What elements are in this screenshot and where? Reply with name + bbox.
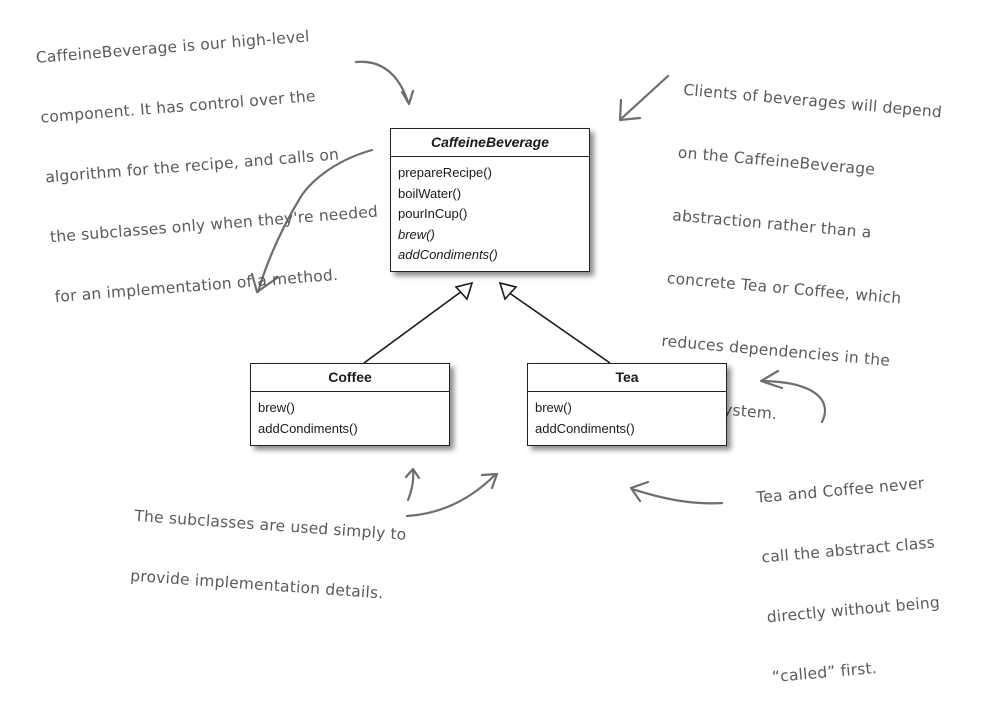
annotation-line: Tea and Coffee never (755, 474, 926, 507)
annotation-line: algorithm for the recipe, and calls on (44, 145, 340, 187)
method: prepareRecipe() (398, 165, 492, 180)
annotation-high-level: CaffeineBeverage is our high-level compo… (32, 0, 385, 327)
abstract-method: brew() (398, 226, 435, 242)
method: addCondiments() (535, 420, 635, 436)
method: boilWater() (398, 185, 462, 201)
method: pourInCup() (398, 206, 468, 221)
annotation-line: Clients of beverages will depend (682, 80, 943, 122)
class-name: Coffee (251, 364, 449, 392)
method: brew() (535, 400, 572, 415)
method-list: prepareRecipe() boilWater() pourInCup() … (391, 157, 589, 272)
class-tea: Tea brew() addCondiments() (527, 363, 727, 446)
annotation-subclasses: The subclasses are used simply to provid… (128, 466, 410, 625)
annotation-never-call: Tea and Coffee never call the abstract c… (752, 433, 948, 707)
class-name: CaffeineBeverage (391, 129, 589, 157)
method-list: brew() addCondiments() (528, 392, 726, 445)
abstract-method: addCondiments() (398, 247, 498, 262)
annotation-arrow-never-call (630, 487, 724, 505)
annotation-line: directly without being (766, 593, 941, 627)
annotation-arrow-clients (620, 74, 670, 120)
annotation-line: component. It has control over the (39, 87, 317, 127)
annotation-line: call the abstract class (760, 533, 936, 567)
annotation-line: for an implementation of a method. (54, 265, 339, 307)
class-caffeine-beverage: CaffeineBeverage prepareRecipe() boilWat… (390, 128, 590, 272)
inheritance-line-coffee (363, 290, 463, 364)
annotation-line: CaffeineBeverage is our high-level (35, 27, 311, 67)
annotation-line: on the CaffeineBeverage (677, 143, 876, 179)
inheritance-line-tea (507, 291, 611, 364)
annotation-line: concrete Tea or Coffee, which (666, 269, 903, 308)
class-name: Tea (528, 364, 726, 392)
method-list: brew() addCondiments() (251, 392, 449, 445)
inheritance-triangle-coffee (454, 281, 474, 301)
annotation-arrow-sweep (405, 472, 498, 518)
annotation-line: the subclasses only when they're needed (49, 202, 379, 247)
method: brew() (258, 400, 295, 415)
method: addCondiments() (258, 420, 358, 436)
annotation-line: “called” first. (771, 658, 878, 687)
annotation-line: The subclasses are used simply to (133, 506, 408, 544)
annotation-line: provide implementation details. (129, 566, 384, 603)
annotation-line: abstraction rather than a (671, 206, 873, 242)
class-coffee: Coffee brew() addCondiments() (250, 363, 450, 446)
